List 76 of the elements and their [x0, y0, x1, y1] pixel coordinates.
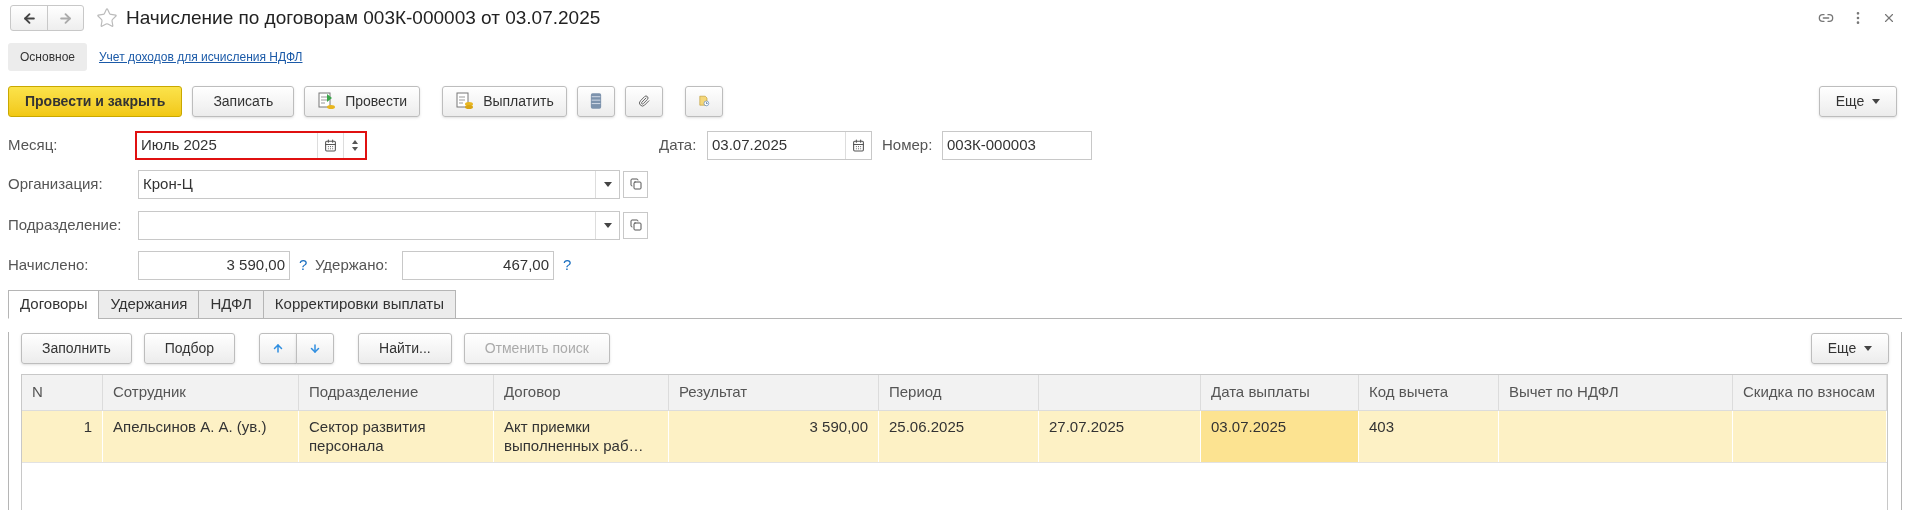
column-header[interactable]: Результат — [669, 375, 879, 410]
caret-icon — [1872, 98, 1881, 104]
close-icon[interactable] — [1882, 11, 1896, 25]
pay-button[interactable]: Выплатить — [442, 85, 567, 117]
field-label: Начислено: — [8, 254, 90, 275]
save-button[interactable]: Записать — [192, 85, 295, 117]
tab[interactable]: Договоры — [8, 290, 100, 319]
attach-button[interactable] — [624, 85, 663, 117]
table-cell: 25.06.2025 — [889, 418, 965, 435]
table-cell: 1 — [83, 418, 92, 435]
table-cell: 27.07.2025 — [1049, 418, 1125, 435]
table-cell: Апельсинов А. А. (ув.) — [113, 418, 267, 435]
table-toolbar-button[interactable]: Найти... — [358, 332, 452, 364]
calendar-icon[interactable] — [324, 138, 337, 152]
column-header[interactable]: Период — [879, 375, 1039, 410]
open-window-icon — [629, 219, 642, 231]
withheld-field[interactable]: 467,00 — [402, 250, 554, 280]
section-tab[interactable]: Основное — [8, 43, 87, 71]
column-header[interactable]: N — [22, 375, 103, 410]
tab[interactable]: НДФЛ — [198, 290, 264, 319]
table-cell: 03.07.2025 — [1211, 418, 1287, 435]
column-header[interactable]: Договор — [494, 375, 669, 410]
up-triangle-icon — [351, 139, 358, 144]
column-header[interactable]: Вычет по НДФЛ — [1499, 375, 1733, 410]
column-header[interactable]: Сотрудник — [103, 375, 299, 410]
move-up-button[interactable] — [259, 332, 298, 364]
table-cell: Сектор развития персонала — [309, 418, 426, 454]
post-and-close-button[interactable]: Провести и закрыть — [8, 85, 183, 117]
dropdown-caret-icon — [603, 181, 612, 187]
caret-icon — [1864, 345, 1873, 351]
registers-button[interactable] — [576, 85, 615, 117]
accrued-field[interactable]: 3 590,00 — [138, 250, 290, 280]
table-toolbar-button[interactable]: Подбор — [143, 332, 236, 364]
section-tab[interactable]: Учет доходов для исчисления НДФЛ — [87, 43, 315, 71]
document-stack-icon — [317, 91, 338, 111]
table-toolbar-button[interactable]: Заполнить — [21, 332, 132, 364]
field-label: Дата: — [659, 134, 698, 155]
tab[interactable]: Корректировки выплаты — [262, 290, 456, 319]
dropdown-caret-icon — [603, 222, 612, 228]
favorite-star-icon[interactable] — [96, 7, 118, 29]
post-button[interactable]: Провести — [304, 85, 421, 117]
field-label: Месяц: — [8, 134, 59, 155]
tab[interactable]: Удержания — [98, 290, 200, 319]
field-label: Номер: — [882, 134, 934, 155]
report-button[interactable] — [684, 85, 723, 117]
column-header[interactable]: Скидка по взносам — [1733, 375, 1887, 410]
window-title: Начисление по договорам 003К-000003 от 03.07.2025 — [126, 5, 601, 30]
help-link[interactable]: ? — [299, 253, 315, 277]
table-cell: Акт приемки выполненных раб… — [504, 418, 644, 454]
list-icon — [589, 91, 602, 111]
field-label: Подразделение: — [8, 214, 123, 235]
column-header[interactable]: Подразделение — [299, 375, 494, 410]
number-field[interactable]: 003К-000003 — [942, 130, 1092, 160]
table-cell: 3 590,00 — [809, 418, 868, 435]
table-row[interactable]: 1 Апельсинов А. А. (ув.) Сектор развития персонала Акт приемки выполненных раб… 3 590,00 25.06.2025 27.07.2025 03.07.2025 403 — [22, 411, 1887, 463]
field-label: Организация: — [8, 173, 104, 194]
more-button[interactable]: Еще — [1811, 332, 1889, 364]
month-field[interactable]: Июль 2025 — [135, 130, 367, 160]
open-button[interactable] — [623, 170, 648, 198]
move-down-button[interactable] — [296, 332, 335, 364]
open-button[interactable] — [623, 211, 648, 239]
organization-field[interactable]: Крон-Ц — [138, 169, 620, 199]
document-coins-icon — [455, 91, 476, 111]
date-field[interactable]: 03.07.2025 — [707, 130, 872, 160]
table-cell: 403 — [1369, 418, 1395, 435]
subdivision-field[interactable] — [138, 210, 620, 240]
paperclip-icon — [637, 93, 650, 109]
more-button[interactable]: Еще — [1819, 85, 1897, 117]
calendar-icon[interactable] — [852, 138, 865, 152]
help-link[interactable]: ? — [563, 253, 572, 277]
column-header[interactable]: Код вычета — [1359, 375, 1499, 410]
field-label: Удержано: — [315, 254, 389, 275]
column-header[interactable]: Дата выплаты — [1201, 375, 1359, 410]
open-window-icon — [629, 178, 642, 190]
left-arrow-icon — [21, 10, 37, 26]
down-triangle-icon — [351, 146, 358, 151]
